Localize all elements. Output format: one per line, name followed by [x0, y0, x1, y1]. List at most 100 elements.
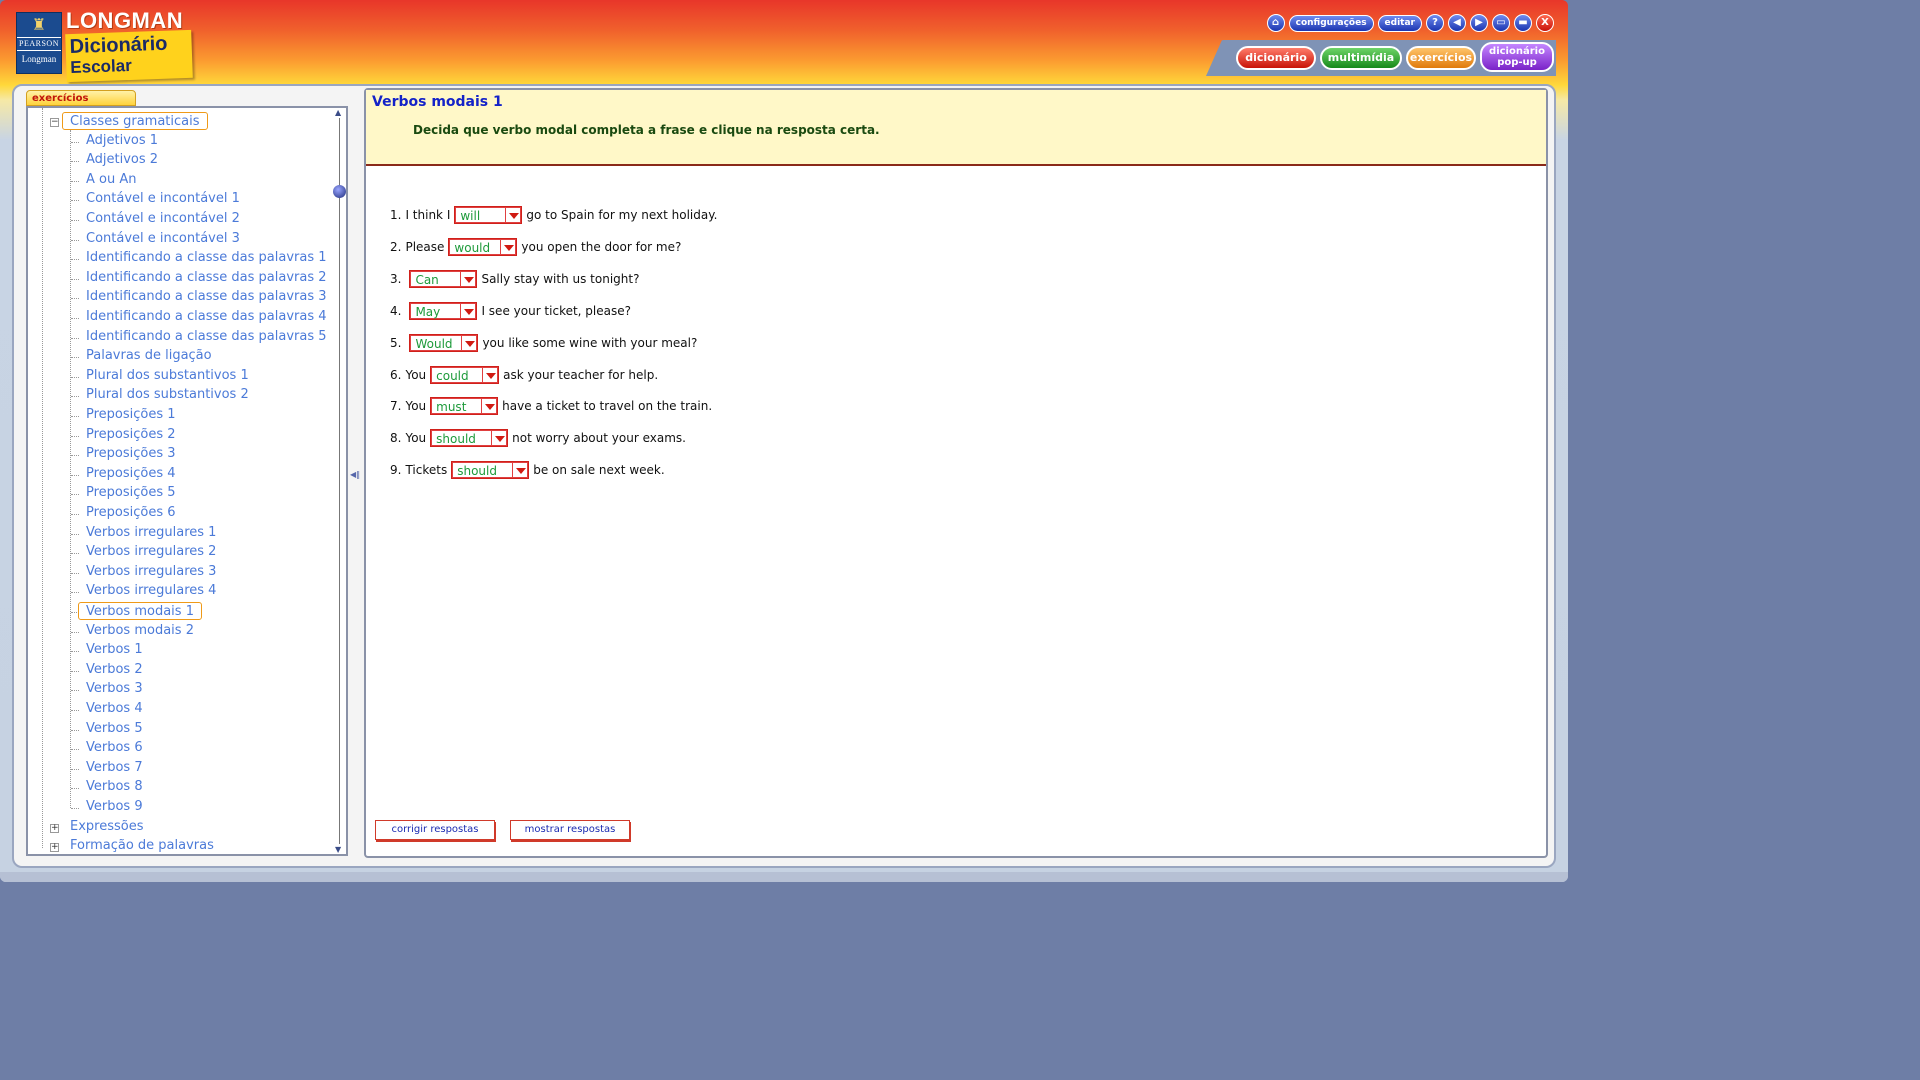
tree-item[interactable]: Plural dos substantivos 2 [86, 386, 249, 404]
scroll-up-icon[interactable]: ▲ [335, 108, 341, 117]
tree-item[interactable]: Contável e incontável 2 [86, 210, 240, 228]
question-number: 4. [390, 303, 402, 318]
answer-dropdown[interactable]: will [454, 206, 523, 224]
collapse-icon[interactable]: − [50, 118, 59, 127]
expand-icon[interactable]: + [50, 843, 59, 853]
tree-item[interactable]: Preposições 3 [86, 445, 176, 463]
edit-button[interactable]: editar [1377, 14, 1422, 32]
tree-item[interactable]: Contável e incontável 1 [86, 190, 240, 208]
chevron-down-icon[interactable] [512, 462, 529, 479]
answer-dropdown[interactable]: must [430, 397, 499, 416]
tree-item[interactable]: Verbos 1 [86, 641, 143, 659]
tree-item[interactable]: A ou An [86, 171, 136, 189]
restore-window-icon[interactable]: ▭ [1492, 14, 1510, 32]
tree-branch-line [71, 318, 79, 319]
tree-item[interactable]: Verbos irregulares 2 [86, 543, 216, 561]
chevron-down-icon[interactable] [505, 207, 522, 223]
chevron-down-icon[interactable] [482, 366, 499, 383]
tree-item[interactable]: Preposições 5 [86, 484, 176, 502]
tree-item[interactable]: Plural dos substantivos 1 [86, 367, 249, 385]
tree-item[interactable]: Identificando a classe das palavras 5 [86, 328, 327, 346]
answer-dropdown[interactable]: should [430, 429, 509, 448]
home-icon[interactable]: ⌂ [1266, 14, 1285, 32]
answer-value[interactable]: should [452, 462, 513, 479]
answer-value[interactable]: would [449, 238, 501, 255]
back-icon[interactable]: ◀ [1448, 14, 1466, 32]
tree-item[interactable]: Verbos modais 1 [78, 602, 202, 620]
chevron-down-icon[interactable] [500, 238, 517, 255]
question-number: 2. [390, 239, 402, 254]
tree-item[interactable]: Preposições 1 [86, 406, 176, 424]
tree-item[interactable]: Preposições 2 [86, 426, 176, 444]
question-text-before: Tickets [405, 463, 448, 478]
tree-item[interactable]: Preposições 4 [86, 465, 176, 483]
answer-value[interactable]: could [431, 366, 483, 383]
tree-item[interactable]: Verbos irregulares 3 [86, 563, 216, 581]
chevron-down-icon[interactable] [461, 334, 478, 351]
tree-item[interactable]: Identificando a classe das palavras 1 [86, 249, 327, 267]
tree-item[interactable]: Verbos 9 [86, 798, 143, 816]
answer-value[interactable]: must [431, 398, 482, 415]
tree-group[interactable]: Expressões [70, 818, 144, 836]
question-number: 1. [390, 208, 402, 222]
scroll-track[interactable] [339, 118, 340, 844]
tree-item[interactable]: Verbos 2 [86, 661, 143, 679]
answer-dropdown[interactable]: should [451, 461, 530, 480]
tree-item[interactable]: Preposições 6 [86, 504, 176, 522]
tree-branch-line [71, 533, 79, 535]
tree-item[interactable]: Verbos 8 [86, 778, 143, 796]
tree-group[interactable]: Formação de palavras [70, 837, 214, 854]
show-answers-button[interactable]: mostrar respostas [510, 820, 630, 840]
answer-value[interactable]: May [410, 302, 461, 319]
tree-branch-line [71, 592, 79, 594]
chevron-down-icon[interactable] [460, 302, 477, 319]
chevron-down-icon[interactable] [460, 270, 477, 287]
answer-dropdown[interactable]: Would [409, 333, 479, 352]
tree-item[interactable]: Verbos 7 [86, 759, 143, 777]
close-icon[interactable]: X [1536, 14, 1554, 32]
scroll-thumb[interactable] [333, 185, 346, 198]
tree-item[interactable]: Contável e incontável 3 [86, 230, 240, 248]
tree-item[interactable]: Identificando a classe das palavras 2 [86, 269, 327, 287]
tab-multimedia[interactable]: multimídia [1320, 46, 1402, 70]
tab-exercises[interactable]: exercícios [1406, 46, 1476, 70]
tree-item[interactable]: Verbos irregulares 1 [86, 524, 216, 542]
panel-splitter-icon[interactable]: ◀‖ [350, 470, 360, 479]
expand-icon[interactable]: + [50, 823, 59, 833]
tree-item[interactable]: Verbos 5 [86, 720, 143, 738]
tree-item[interactable]: Verbos 6 [86, 739, 143, 757]
tree-group-classes[interactable]: Classes gramaticais [62, 112, 208, 130]
tree-item[interactable]: Verbos 3 [86, 680, 143, 698]
tree-item[interactable]: Verbos irregulares 4 [86, 582, 216, 600]
answer-dropdown[interactable]: Can [409, 269, 478, 288]
answer-dropdown[interactable]: could [430, 365, 500, 384]
tree-item[interactable]: Adjetivos 1 [86, 132, 158, 150]
chevron-down-icon[interactable] [491, 430, 508, 447]
tab-popup-dictionary[interactable]: dicionário pop-up [1480, 42, 1554, 72]
answer-value[interactable]: Can [410, 270, 461, 287]
forward-icon[interactable]: ▶ [1470, 14, 1488, 32]
maximize-window-icon[interactable]: ▬ [1514, 14, 1532, 32]
tree-item[interactable]: Identificando a classe das palavras 4 [86, 308, 327, 326]
scroll-down-icon[interactable]: ▼ [335, 845, 341, 854]
tree-item[interactable]: Verbos modais 2 [86, 622, 194, 640]
sidebar-scrollbar[interactable]: ▲ ▼ [333, 108, 346, 854]
answer-dropdown[interactable]: May [409, 301, 478, 320]
help-icon[interactable]: ? [1426, 14, 1444, 32]
sidebar-tab[interactable]: exercícios [26, 90, 136, 106]
tree-item[interactable]: Palavras de ligação [86, 347, 212, 365]
settings-button[interactable]: configurações [1288, 14, 1374, 32]
answer-value[interactable]: will [455, 207, 506, 223]
tree-item[interactable]: Adjetivos 2 [86, 151, 158, 169]
answer-dropdown[interactable]: would [448, 237, 518, 256]
tree-item[interactable]: Identificando a classe das palavras 3 [86, 288, 327, 306]
chevron-down-icon[interactable] [481, 398, 498, 415]
tree-view: − Classes gramaticais Adjetivos 1 Adjetivos… [28, 108, 334, 854]
question-number: 6. [390, 367, 402, 382]
window-bottom-edge [0, 872, 1568, 882]
tab-dictionary[interactable]: dicionário [1236, 46, 1316, 70]
answer-value[interactable]: Would [410, 334, 462, 351]
check-answers-button[interactable]: corrigir respostas [375, 820, 495, 840]
answer-value[interactable]: should [431, 430, 492, 447]
tree-item[interactable]: Verbos 4 [86, 700, 143, 718]
